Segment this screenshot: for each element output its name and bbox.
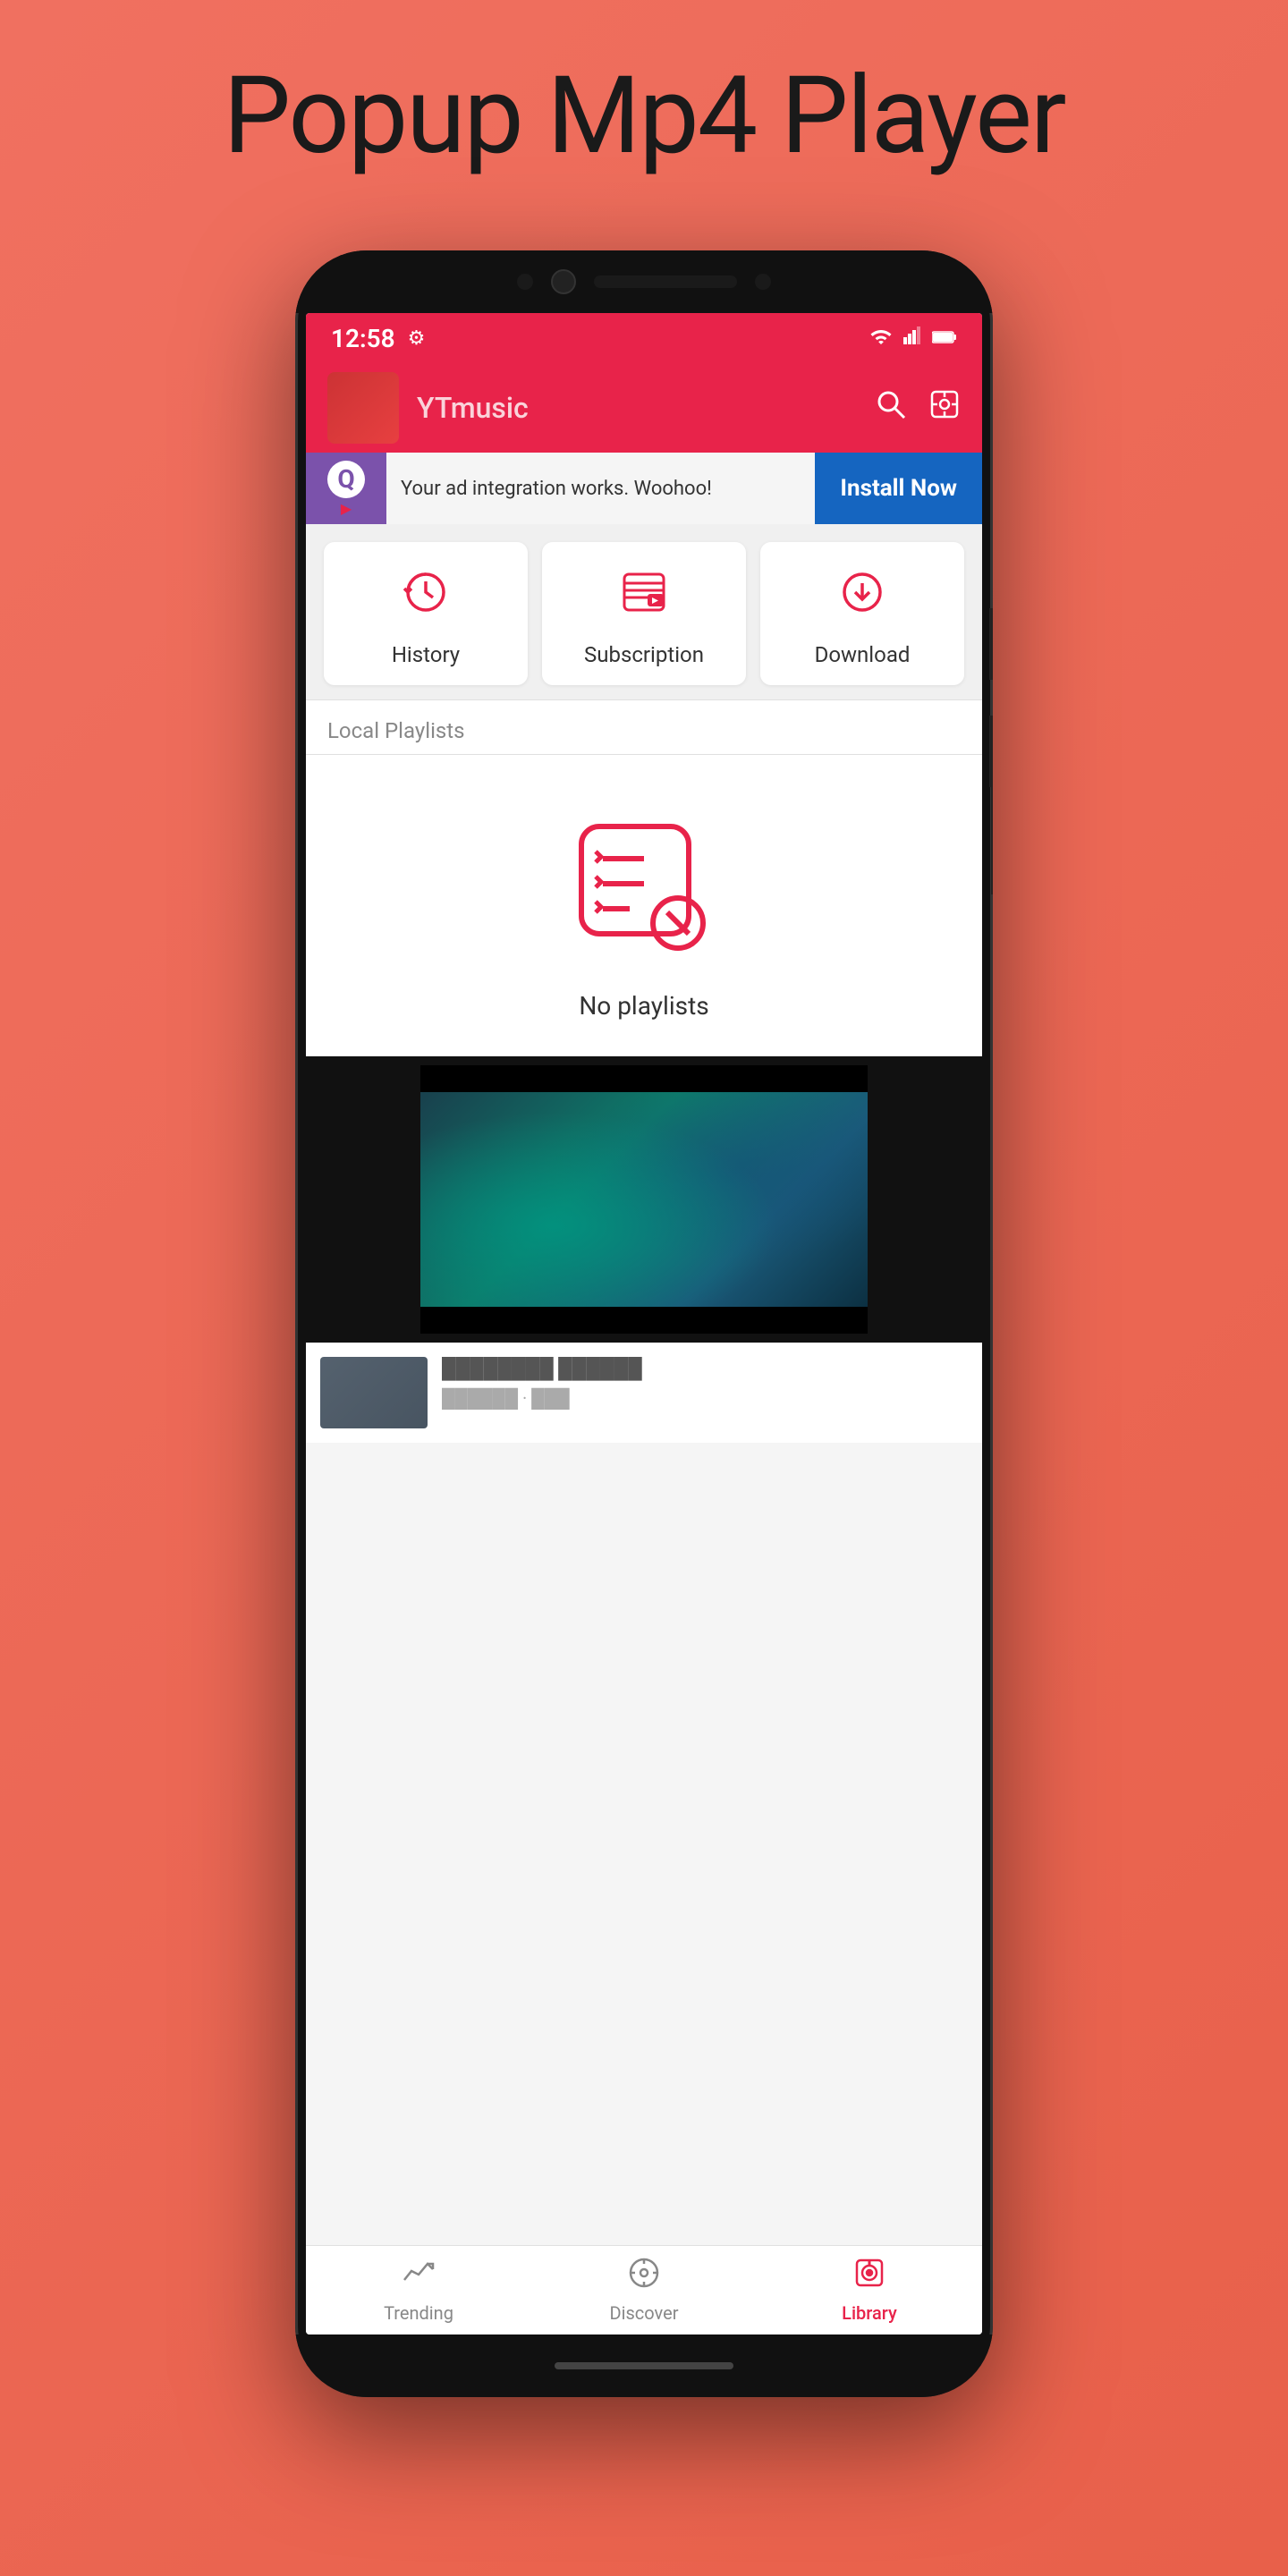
- trending-icon: [402, 2257, 435, 2297]
- power-button: [991, 787, 993, 894]
- bottom-thumbnail: [320, 1357, 428, 1428]
- phone-sensor: [517, 274, 533, 290]
- phone-sensor2: [755, 274, 771, 290]
- library-label: Library: [842, 2302, 897, 2324]
- search-icon[interactable]: [875, 388, 907, 428]
- header-actions: [875, 388, 961, 428]
- phone-screen: 12:58 ⚙: [306, 313, 982, 2334]
- bottom-meta: ██████ · ███: [442, 1387, 968, 1410]
- phone-bottom-bar: [295, 2334, 993, 2397]
- status-left: 12:58 ⚙: [331, 324, 425, 353]
- ad-banner: Q ▶ Your ad integration works. Woohoo! I…: [306, 453, 982, 524]
- empty-state: No playlists: [306, 755, 982, 1056]
- battery-icon: [932, 327, 957, 350]
- home-indicator: [555, 2362, 733, 2369]
- download-icon: [837, 567, 887, 630]
- video-area: [306, 1056, 982, 1343]
- history-card[interactable]: History: [324, 542, 528, 685]
- status-time: 12:58: [331, 324, 395, 353]
- nav-library[interactable]: Library: [757, 2257, 982, 2324]
- header-thumbnail: [327, 372, 399, 444]
- history-icon: [401, 567, 451, 630]
- signal-icon: [903, 326, 921, 350]
- feature-cards-row: History Subscription: [306, 524, 982, 699]
- subscription-card[interactable]: Subscription: [542, 542, 746, 685]
- ad-text: Your ad integration works. Woohoo!: [386, 478, 815, 500]
- settings-icon[interactable]: [928, 388, 961, 428]
- bottom-info: ████████ ██████ ██████ · ███: [442, 1357, 968, 1410]
- nav-bar: Trending Discover: [306, 2245, 982, 2334]
- header-title: YTmusic: [417, 391, 857, 425]
- trending-label: Trending: [384, 2302, 453, 2324]
- ad-brand-letter: Q: [337, 464, 354, 494]
- app-header: YTmusic: [306, 363, 982, 453]
- history-label: History: [392, 642, 460, 667]
- settings-status-icon: ⚙: [408, 327, 426, 350]
- phone-speaker: [594, 275, 737, 288]
- phone-camera: [551, 269, 576, 294]
- bottom-title: ████████ ██████: [442, 1357, 968, 1380]
- empty-text: No playlists: [579, 991, 708, 1021]
- library-icon: [853, 2257, 886, 2297]
- volume-up-button: [989, 608, 993, 680]
- nav-trending[interactable]: Trending: [306, 2257, 531, 2324]
- discover-icon: [628, 2257, 660, 2297]
- bottom-content: ████████ ██████ ██████ · ███: [306, 1343, 982, 1443]
- download-label: Download: [815, 642, 911, 667]
- subscription-label: Subscription: [584, 642, 704, 667]
- subscription-icon: [619, 567, 669, 630]
- video-black-top: [420, 1065, 868, 1092]
- phone-frame: 12:58 ⚙: [295, 250, 993, 2397]
- empty-playlists-icon: [564, 809, 724, 970]
- ad-icon-area: Q ▶: [306, 453, 386, 524]
- video-black-bottom: [420, 1307, 868, 1334]
- nav-discover[interactable]: Discover: [531, 2257, 757, 2324]
- phone-top-bar: [295, 250, 993, 313]
- download-card[interactable]: Download: [760, 542, 964, 685]
- wifi-icon: [869, 326, 893, 350]
- local-playlists-header: Local Playlists: [306, 699, 982, 754]
- ad-icon-circle: Q: [327, 461, 365, 498]
- volume-down-button: [989, 716, 993, 787]
- discover-label: Discover: [610, 2302, 679, 2324]
- ad-play-icon: ▶: [341, 500, 352, 517]
- status-right: [869, 326, 957, 350]
- video-thumbnail: [420, 1065, 868, 1334]
- status-bar: 12:58 ⚙: [306, 313, 982, 363]
- install-now-button[interactable]: Install Now: [815, 453, 982, 524]
- page-title: Popup Mp4 Player: [0, 54, 1288, 179]
